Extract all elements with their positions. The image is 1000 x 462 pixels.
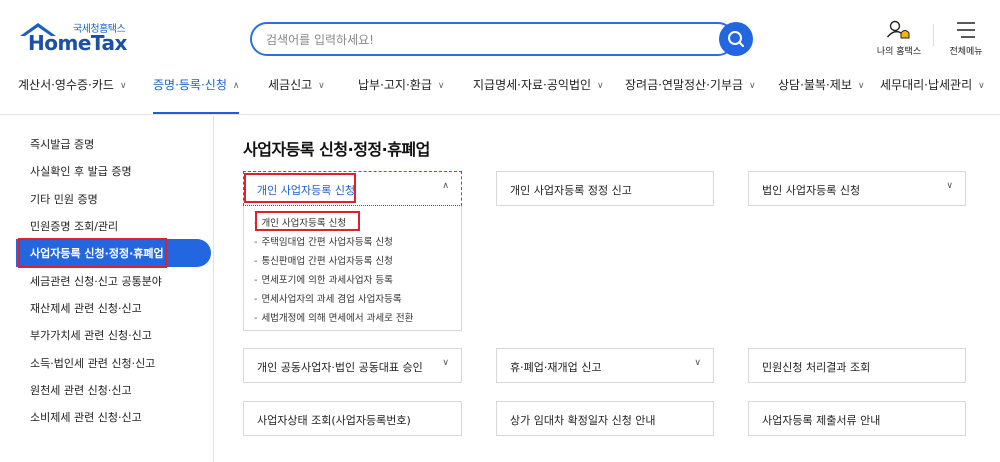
sidebar-item-consumption-tax[interactable]: 소비제세 관련 신청·신고 bbox=[30, 409, 142, 425]
chevron-down-icon: ∨ bbox=[437, 81, 445, 91]
chevron-down-icon: ∨ bbox=[978, 81, 985, 91]
my-hometax-label: 나의 홈택스 bbox=[876, 47, 922, 57]
dash-icon: - bbox=[254, 313, 258, 324]
nav-item-label: 세무대리·납세관리 bbox=[880, 78, 973, 92]
card-label: 개인 사업자등록 정정 신고 bbox=[510, 184, 632, 197]
nav-item-label: 장려금·연말정산·기부금 bbox=[625, 78, 744, 92]
sidebar-item-income-corporate-tax[interactable]: 소득·법인세 관련 신청·신고 bbox=[30, 355, 155, 371]
card-highlight-box bbox=[244, 173, 356, 203]
main-nav: 계산서·영수증·카드 ∨ 증명·등록·신청 ∧ 세금신고 ∨ 납부·고지·환급 ∨ 지급… bbox=[0, 76, 1000, 114]
sidebar-item-withholding-tax[interactable]: 원천세 관련 신청·신고 bbox=[30, 382, 132, 398]
card-required-documents[interactable]: 사업자등록 제출서류 안내 bbox=[748, 401, 966, 436]
chevron-down-icon: ∨ bbox=[318, 81, 325, 91]
card-label: 휴·폐업·재개업 신고 bbox=[510, 361, 602, 374]
hometax-logo[interactable]: 국세청홈택스 HomeTax bbox=[18, 20, 128, 60]
card-individual-correction[interactable]: 개인 사업자등록 정정 신고 bbox=[496, 171, 714, 206]
nav-item-payment[interactable]: 납부·고지·환급 ∨ bbox=[358, 76, 444, 114]
search-button[interactable] bbox=[719, 22, 753, 56]
submenu-highlight-box bbox=[255, 211, 360, 231]
nav-item-tax-return[interactable]: 세금신고 ∨ bbox=[268, 76, 325, 114]
card-label: 개인 공동사업자·법인 공동대표 승인 bbox=[257, 361, 423, 374]
submenu-item-online-sales[interactable]: - 통신판매업 간편 사업자등록 신청 bbox=[254, 253, 393, 267]
chevron-down-icon: ∨ bbox=[597, 81, 604, 91]
card-business-status-lookup[interactable]: 사업자상태 조회(사업자등록번호) bbox=[243, 401, 462, 436]
nav-item-certificates[interactable]: 증명·등록·신청 ∧ bbox=[153, 76, 240, 114]
nav-item-tax-agent[interactable]: 세무대리·납세관리 ∨ bbox=[880, 76, 985, 114]
nav-item-label: 상담·불복·제보 bbox=[778, 78, 852, 92]
person-bell-icon bbox=[886, 20, 910, 39]
nav-item-label: 납부·고지·환급 bbox=[358, 78, 432, 92]
submenu-item-tax-law-conversion[interactable]: - 세법개정에 의해 면세에서 과세로 전환 bbox=[254, 310, 413, 324]
all-menu-button[interactable]: 전체메뉴 bbox=[944, 20, 988, 57]
sidebar-item-verified-certificate[interactable]: 사실확인 후 발급 증명 bbox=[30, 163, 132, 179]
chevron-down-icon: ∨ bbox=[119, 81, 127, 91]
nav-item-label: 세금신고 bbox=[268, 78, 313, 92]
dash-icon: - bbox=[254, 256, 258, 267]
all-menu-label: 전체메뉴 bbox=[949, 47, 983, 57]
chevron-down-icon: ∨ bbox=[946, 181, 953, 191]
dash-icon: - bbox=[254, 275, 258, 286]
nav-item-consulting[interactable]: 상담·불복·제보 ∨ bbox=[778, 76, 864, 114]
search-field[interactable] bbox=[250, 22, 735, 56]
sidebar-item-instant-certificate[interactable]: 즉시발급 증명 bbox=[30, 136, 94, 152]
chevron-down-icon: ∨ bbox=[694, 358, 701, 368]
search-icon bbox=[728, 31, 744, 47]
sidebar-item-vat[interactable]: 부가가치세 관련 신청·신고 bbox=[30, 327, 152, 343]
submenu-item-taxable-side-business[interactable]: - 면세사업자의 과세 겸업 사업자등록 bbox=[254, 291, 402, 305]
card-corporate-registration[interactable]: 법인 사업자등록 신청 ∨ bbox=[748, 171, 966, 206]
chevron-down-icon: ∨ bbox=[749, 81, 756, 91]
submenu-item-housing-rental[interactable]: - 주택임대업 간편 사업자등록 신청 bbox=[254, 234, 393, 248]
card-label: 민원신청 처리결과 조회 bbox=[762, 361, 871, 374]
sidebar-item-property-tax[interactable]: 재산제세 관련 신청·신고 bbox=[30, 300, 142, 316]
page-title: 사업자등록 신청·정정·휴폐업 bbox=[243, 140, 430, 159]
site-header: 국세청홈택스 HomeTax 나의 홈택스 전체메뉴 bbox=[0, 0, 1000, 115]
submenu-label: 통신판매업 간편 사업자등록 신청 bbox=[261, 256, 393, 267]
card-label: 상가 임대차 확정일자 신청 안내 bbox=[510, 414, 656, 427]
card-label: 사업자등록 제출서류 안내 bbox=[762, 414, 881, 427]
my-hometax-button[interactable]: 나의 홈택스 bbox=[870, 20, 928, 57]
sidebar-highlight-box bbox=[18, 238, 167, 268]
submenu-label: 세법개정에 의해 면세에서 과세로 전환 bbox=[261, 313, 414, 324]
chevron-up-icon: ∧ bbox=[232, 81, 240, 91]
card-request-status[interactable]: 민원신청 처리결과 조회 bbox=[748, 348, 966, 383]
chevron-down-icon: ∨ bbox=[442, 358, 449, 368]
util-divider bbox=[933, 24, 934, 46]
nav-item-label: 지급명세·자료·공익법인 bbox=[473, 78, 592, 92]
card-label: 사업자상태 조회(사업자등록번호) bbox=[257, 414, 411, 427]
dash-icon: - bbox=[254, 294, 258, 305]
sidebar-item-certificate-lookup[interactable]: 민원증명 조회/관리 bbox=[30, 218, 118, 234]
submenu-label: 면세사업자의 과세 겸업 사업자등록 bbox=[261, 294, 402, 305]
dash-icon: - bbox=[254, 237, 258, 248]
card-joint-business-approval[interactable]: 개인 공동사업자·법인 공동대표 승인 ∨ bbox=[243, 348, 462, 383]
nav-item-incentives[interactable]: 장려금·연말정산·기부금 ∨ bbox=[625, 76, 756, 114]
sidebar-item-other-certificate[interactable]: 기타 민원 증명 bbox=[30, 191, 98, 207]
sidebar-item-common-requests[interactable]: 세금관련 신청·신고 공통분야 bbox=[30, 273, 162, 289]
card-label: 법인 사업자등록 신청 bbox=[762, 184, 861, 197]
nav-item-statements[interactable]: 지급명세·자료·공익법인 ∨ bbox=[473, 76, 604, 114]
logo-title: HomeTax bbox=[28, 31, 127, 55]
card-closure-reopening[interactable]: 휴·폐업·재개업 신고 ∨ bbox=[496, 348, 714, 383]
search-bar bbox=[250, 22, 753, 56]
nav-item-label: 증명·등록·신청 bbox=[153, 78, 227, 92]
hamburger-icon bbox=[957, 22, 975, 38]
chevron-up-icon: ∧ bbox=[442, 181, 449, 191]
card-lease-fixed-date[interactable]: 상가 임대차 확정일자 신청 안내 bbox=[496, 401, 714, 436]
nav-item-label: 계산서·영수증·카드 bbox=[18, 78, 114, 92]
sidebar: 즉시발급 증명 사실확인 후 발급 증명 기타 민원 증명 민원증명 조회/관리… bbox=[0, 116, 214, 462]
chevron-down-icon: ∨ bbox=[857, 81, 865, 91]
nav-item-receipts[interactable]: 계산서·영수증·카드 ∨ bbox=[18, 76, 127, 114]
submenu-label: 면세포기에 의한 과세사업자 등록 bbox=[261, 275, 393, 286]
search-input[interactable] bbox=[266, 30, 696, 50]
submenu-label: 주택임대업 간편 사업자등록 신청 bbox=[261, 237, 393, 248]
submenu-item-tax-exemption-waiver[interactable]: - 면세포기에 의한 과세사업자 등록 bbox=[254, 272, 393, 286]
